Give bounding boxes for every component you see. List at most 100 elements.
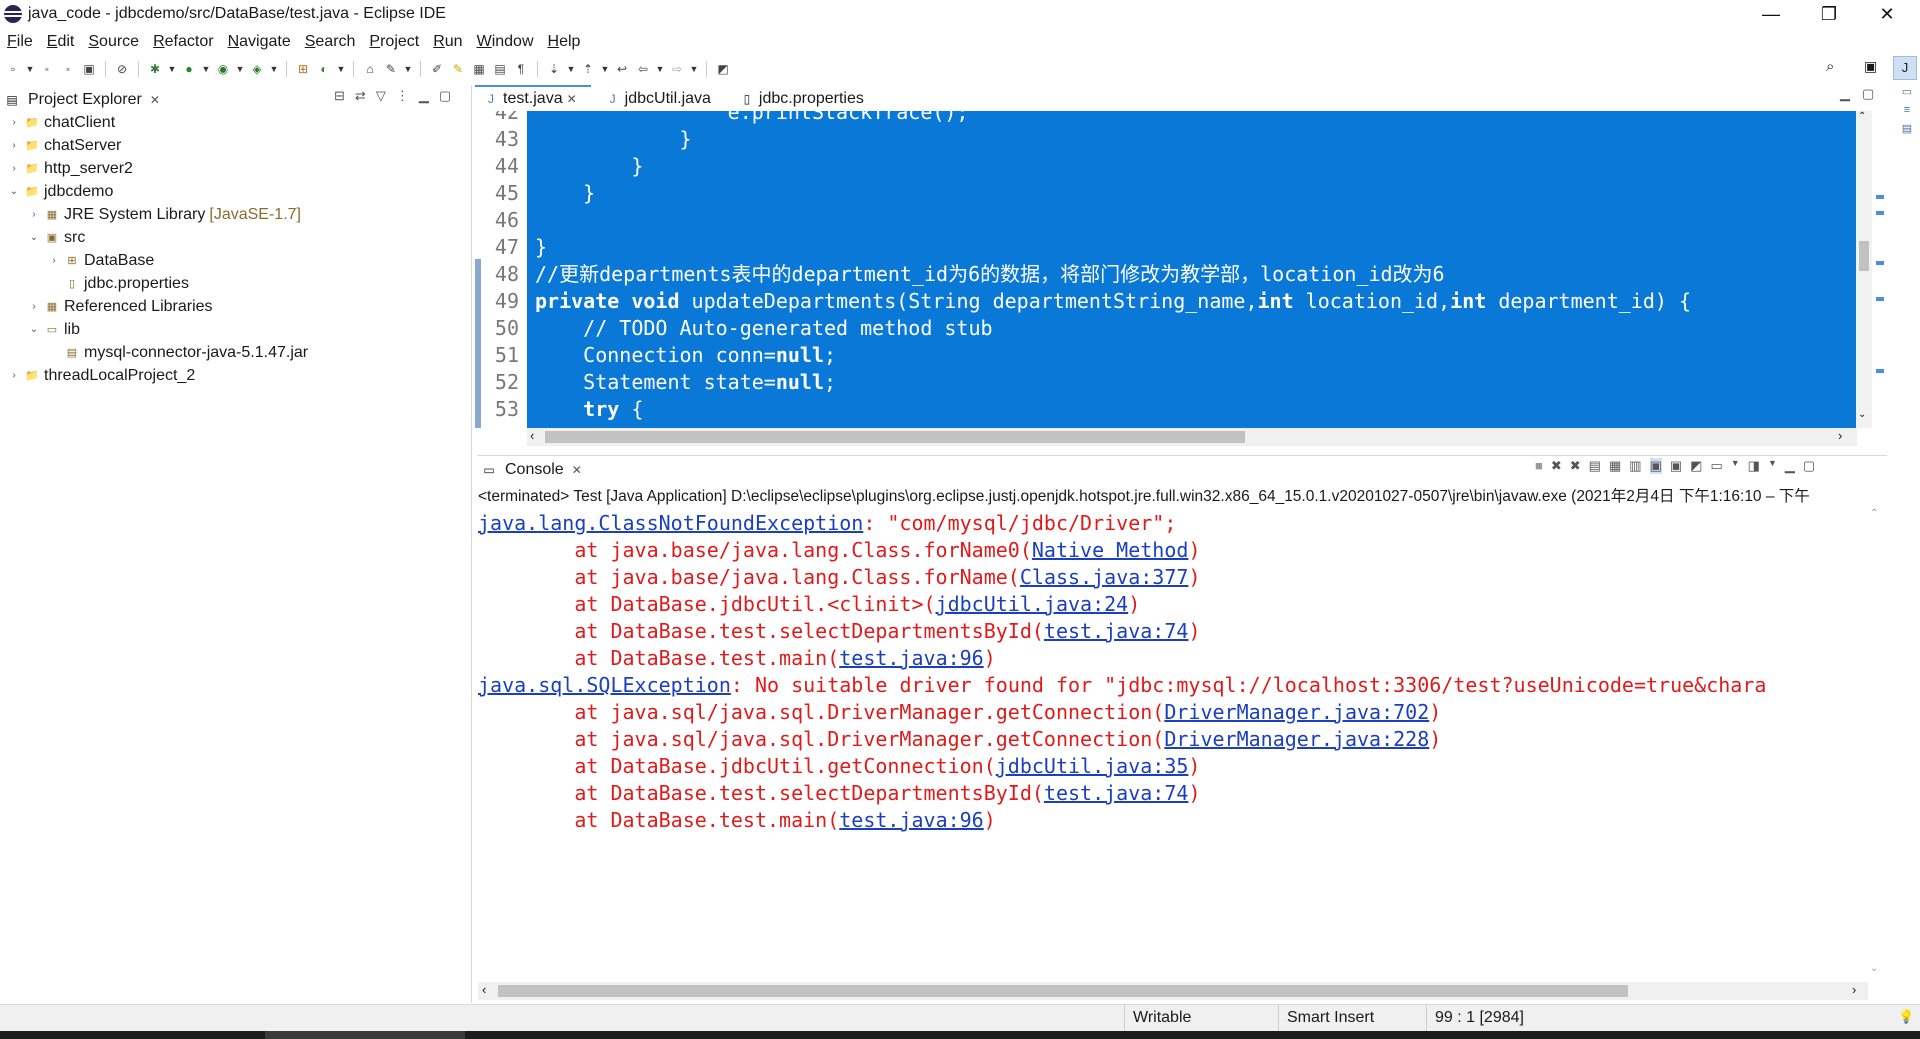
scroll-lock-icon[interactable]: ▦ xyxy=(1609,458,1621,474)
code-line[interactable]: try { xyxy=(535,396,643,423)
menu-source[interactable]: Source xyxy=(81,30,146,54)
maximize-view-icon[interactable]: ▢ xyxy=(1803,458,1815,474)
terminate-icon[interactable]: ■ xyxy=(1535,458,1543,474)
forward-icon[interactable]: ⇨ xyxy=(668,61,686,77)
tip-icon[interactable]: 💡 xyxy=(1898,1009,1914,1025)
scroll-up-icon[interactable]: ⌃ xyxy=(1870,508,1878,519)
tree-item[interactable]: › 📁 chatServer xyxy=(8,134,121,157)
menu-navigate[interactable]: Navigate xyxy=(221,30,298,54)
menu-file[interactable]: File xyxy=(0,30,40,54)
save-all-icon[interactable]: ▪ xyxy=(59,61,77,77)
close-icon[interactable]: ✕ xyxy=(150,93,160,107)
highlight-icon[interactable]: ✎ xyxy=(449,61,467,77)
tree-item[interactable]: › ⊞ DataBase xyxy=(48,249,154,272)
forward-dropdown-icon[interactable]: ▼ xyxy=(689,61,699,77)
scroll-thumb[interactable] xyxy=(1859,241,1869,271)
pin-editor-icon[interactable]: ◩ xyxy=(714,61,732,77)
minimize-view-icon[interactable]: ▁ xyxy=(1785,458,1795,474)
maximize-view-icon[interactable]: ▢ xyxy=(1862,86,1874,102)
overview-marker[interactable] xyxy=(1876,261,1884,265)
open-type-icon[interactable]: ⌂ xyxy=(361,61,379,77)
chevron-right-icon[interactable]: › xyxy=(48,255,60,266)
scroll-left-icon[interactable]: ‹ xyxy=(530,428,534,443)
open-perspective-icon[interactable]: ▣ xyxy=(1864,58,1877,75)
last-edit-icon[interactable]: ↩ xyxy=(613,61,631,77)
remove-launch-icon[interactable]: ✖ xyxy=(1551,458,1562,474)
filter-icon[interactable]: ▽ xyxy=(376,88,386,104)
tab-jdbcutil-java[interactable]: J jdbcUtil.java xyxy=(597,87,725,111)
console-tab[interactable]: ▭ Console ✕ xyxy=(481,458,582,482)
code-line[interactable]: } xyxy=(535,153,643,180)
external-tools-icon[interactable]: ◈ xyxy=(248,61,266,77)
overview-marker[interactable] xyxy=(1876,369,1884,373)
chevron-right-icon[interactable]: › xyxy=(8,117,20,128)
back-icon[interactable]: ⇦ xyxy=(634,61,652,77)
code-line[interactable]: // TODO Auto-generated method stub xyxy=(535,315,992,342)
tree-item[interactable]: ▤ mysql-connector-java-5.1.47.jar xyxy=(48,341,308,364)
minimize-button[interactable]: — xyxy=(1748,0,1794,29)
chevron-right-icon[interactable]: › xyxy=(28,301,40,312)
code-text-area[interactable]: e.printStackTrace(); } } }}//更新departmen… xyxy=(527,111,1863,428)
tree-item[interactable]: › ▦ JRE System Library [JavaSE-1.7] xyxy=(28,203,301,226)
overview-marker[interactable] xyxy=(1876,211,1884,215)
skip-breakpoints-icon[interactable]: ⊘ xyxy=(113,61,131,77)
new-class-dropdown-icon[interactable]: ▼ xyxy=(336,61,346,77)
project-explorer-tab[interactable]: ▤ Project Explorer ✕ xyxy=(4,88,160,112)
scroll-left-icon[interactable]: ‹ xyxy=(482,982,486,997)
menu-refactor[interactable]: Refactor xyxy=(146,30,220,54)
new-java-class-icon[interactable]: ◐ xyxy=(315,61,333,77)
display-console-icon[interactable]: ▭ xyxy=(1710,458,1722,474)
java-perspective-icon[interactable]: J xyxy=(1893,56,1917,80)
stack-trace-link[interactable]: java.sql.SQLException xyxy=(478,673,731,697)
chevron-right-icon[interactable]: › xyxy=(8,163,20,174)
scroll-right-icon[interactable]: › xyxy=(1838,428,1842,443)
coverage-dropdown-icon[interactable]: ▼ xyxy=(235,61,245,77)
display-console-dropdown-icon[interactable]: ▼ xyxy=(1731,458,1740,474)
menu-project[interactable]: Project xyxy=(362,30,426,54)
next-annotation-dropdown-icon[interactable]: ▼ xyxy=(566,61,576,77)
stack-trace-link[interactable]: test.java:74 xyxy=(1044,781,1189,805)
terminal-icon[interactable]: ▣ xyxy=(80,61,98,77)
clear-console-icon[interactable]: ▤ xyxy=(1589,458,1601,474)
tab-jdbc-properties[interactable]: ▯ jdbc.properties xyxy=(731,87,878,111)
tree-item[interactable]: › 📁 chatClient xyxy=(8,111,115,134)
console-vertical-scrollbar[interactable]: ⌃ ⌄ xyxy=(1868,508,1884,980)
next-annotation-icon[interactable]: ⇣ xyxy=(545,61,563,77)
chevron-right-icon[interactable]: › xyxy=(28,209,40,220)
new-icon[interactable]: ▫ xyxy=(4,61,22,77)
stack-trace-link[interactable]: test.java:74 xyxy=(1044,619,1189,643)
tree-item[interactable]: ⌄ ▣ src xyxy=(28,226,86,249)
tree-item[interactable]: ⌄ ▭ lib xyxy=(28,318,80,341)
menu-window[interactable]: Window xyxy=(470,30,541,54)
code-line[interactable]: private void updateDepartments(String de… xyxy=(535,288,1691,315)
scroll-right-icon[interactable]: › xyxy=(1852,982,1856,997)
save-icon[interactable]: ▪ xyxy=(38,61,56,77)
restore-icon[interactable]: ▭ xyxy=(1902,85,1912,98)
search-icon[interactable]: ⌕ xyxy=(1826,58,1834,75)
external-tools-dropdown-icon[interactable]: ▼ xyxy=(269,61,279,77)
stack-trace-link[interactable]: jdbcUtil.java:35 xyxy=(996,754,1189,778)
code-line[interactable]: Statement state=null; xyxy=(535,369,836,396)
chevron-right-icon[interactable]: › xyxy=(8,370,20,381)
scroll-thumb[interactable] xyxy=(545,431,1245,443)
code-line[interactable]: } xyxy=(535,234,547,261)
block-selection-icon[interactable]: ▦ xyxy=(470,61,488,77)
close-icon[interactable]: ✕ xyxy=(572,463,582,477)
close-button[interactable]: ✕ xyxy=(1864,0,1910,29)
stack-trace-link[interactable]: DriverManager.java:228 xyxy=(1164,727,1429,751)
minimize-view-icon[interactable]: ▁ xyxy=(1840,86,1850,102)
new-java-package-icon[interactable]: ⊞ xyxy=(294,61,312,77)
coverage-icon[interactable]: ◉ xyxy=(214,61,232,77)
collapse-all-icon[interactable]: ⊟ xyxy=(334,88,345,104)
close-tab-icon[interactable]: ✕ xyxy=(567,92,577,106)
run-icon[interactable]: ● xyxy=(180,61,198,77)
word-wrap-icon[interactable]: ▤ xyxy=(491,61,509,77)
task-list-icon[interactable]: ▤ xyxy=(1902,122,1912,135)
open-console-icon[interactable]: ◨ xyxy=(1748,458,1760,474)
menu-run[interactable]: Run xyxy=(426,30,469,54)
maximize-view-icon[interactable]: ▢ xyxy=(439,88,451,104)
stack-trace-link[interactable]: DriverManager.java:702 xyxy=(1164,700,1429,724)
view-menu-icon[interactable]: ⋮ xyxy=(396,88,409,104)
stack-trace-link[interactable]: test.java:96 xyxy=(839,646,984,670)
stack-trace-link[interactable]: Class.java:377 xyxy=(1020,565,1189,589)
